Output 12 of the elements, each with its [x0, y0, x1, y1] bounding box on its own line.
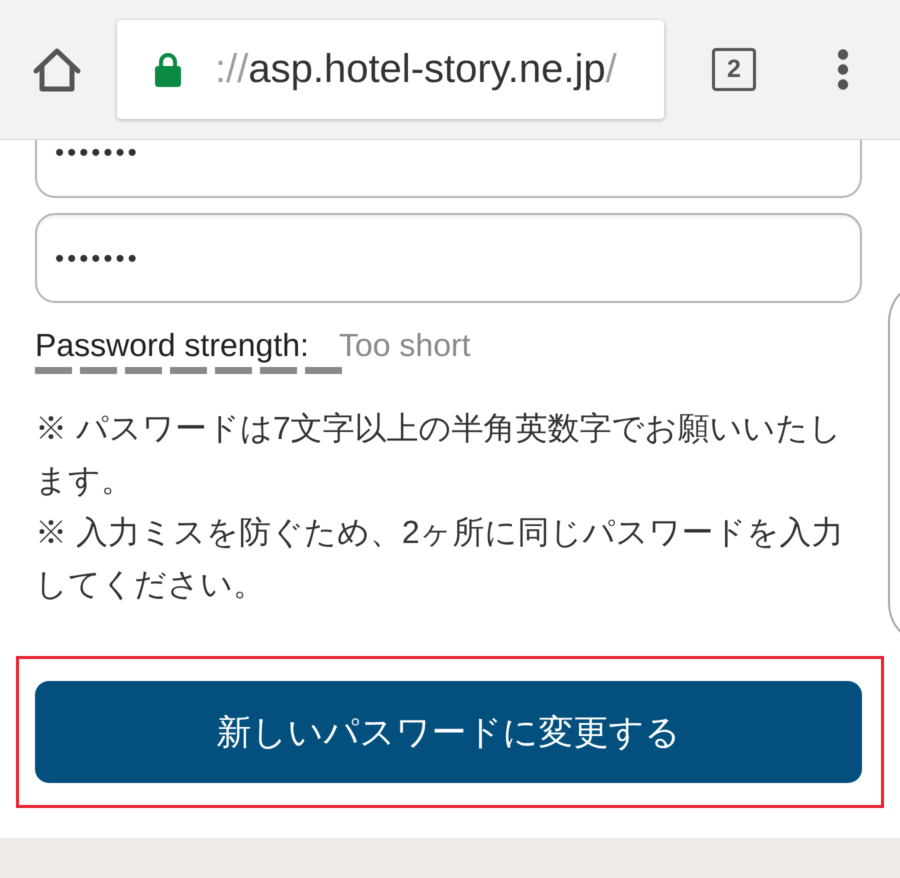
- more-options-icon[interactable]: [837, 49, 849, 90]
- password-field[interactable]: •••••••: [35, 213, 862, 303]
- password-field[interactable]: •••••••: [35, 140, 862, 198]
- note-text: ※ 入力ミスを防ぐため、2ヶ所に同じパスワードを入力してください。: [35, 513, 845, 604]
- home-icon[interactable]: [33, 46, 81, 92]
- change-password-button[interactable]: 新しいパスワードに変更する: [35, 681, 862, 783]
- strength-value: Too short: [338, 327, 471, 363]
- tab-switcher-button[interactable]: 2: [712, 48, 756, 91]
- address-bar[interactable]: ://asp.hotel-story.ne.jp/: [117, 20, 664, 119]
- strength-label: Password strength:: [35, 327, 309, 363]
- note-text: ※ パスワードは7文字以上の半角英数字でお願いいたします。: [35, 409, 843, 500]
- url-text: ://asp.hotel-story.ne.jp/: [215, 47, 617, 92]
